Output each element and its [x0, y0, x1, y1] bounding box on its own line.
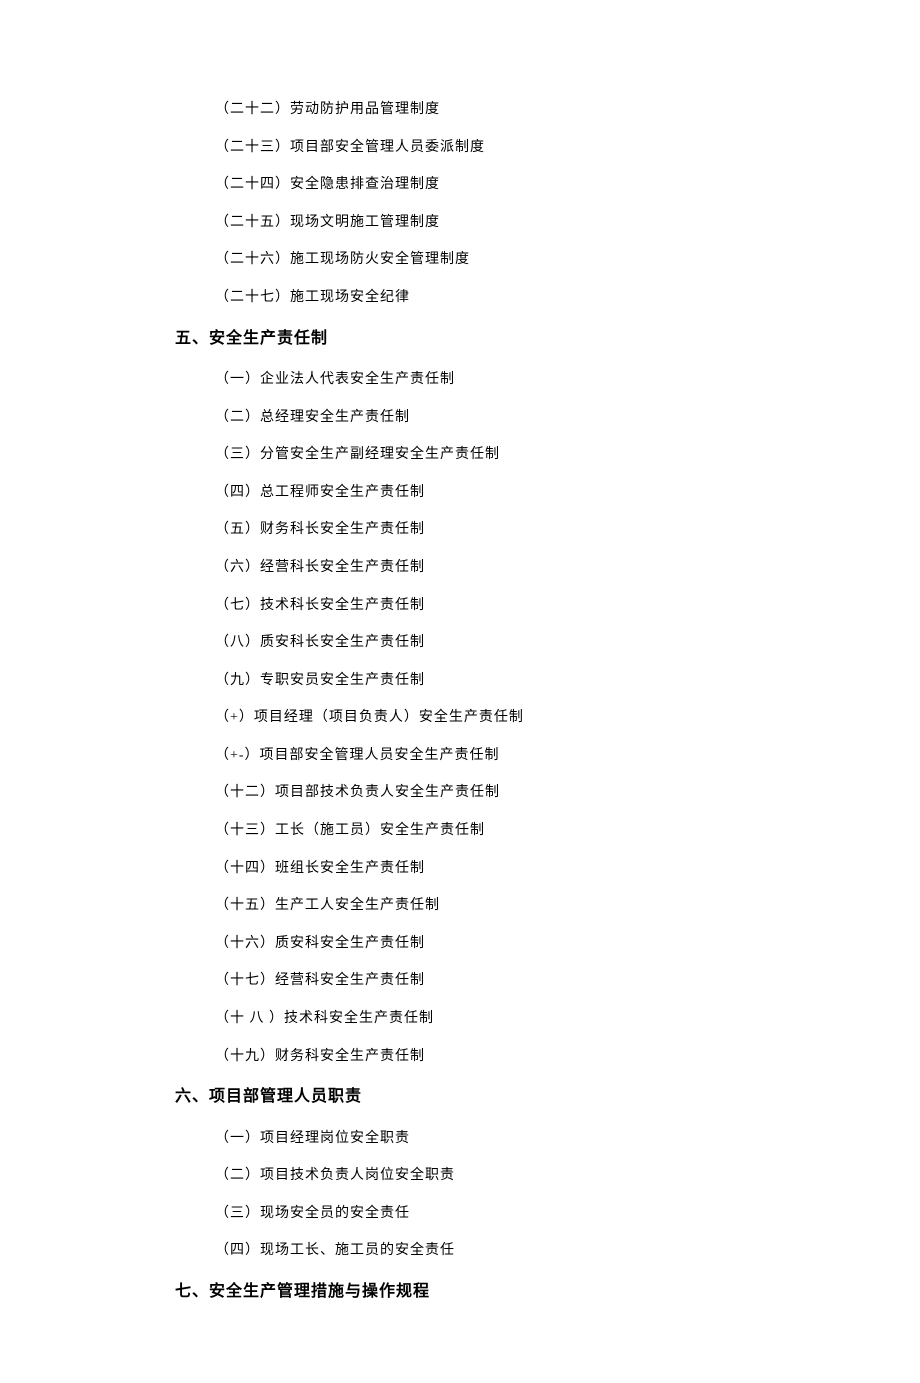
list-item: （二十四）安全隐患排查治理制度	[215, 175, 745, 195]
list-item: （一）项目经理岗位安全职责	[215, 1129, 745, 1149]
list-item: （四）总工程师安全生产责任制	[215, 483, 745, 503]
list-item: （六）经营科长安全生产责任制	[215, 558, 745, 578]
list-item: （十四）班组长安全生产责任制	[215, 859, 745, 879]
list-item: （三）现场安全员的安全责任	[215, 1204, 745, 1224]
list-item: （三）分管安全生产副经理安全生产责任制	[215, 445, 745, 465]
section-heading-5: 五、安全生产责任制	[175, 328, 745, 350]
list-item: （二十六）施工现场防火安全管理制度	[215, 250, 745, 270]
list-item: （十五）生产工人安全生产责任制	[215, 896, 745, 916]
list-item: （二十三）项目部安全管理人员委派制度	[215, 138, 745, 158]
list-item: （十六）质安科安全生产责任制	[215, 934, 745, 954]
document-content: （二十二）劳动防护用品管理制度 （二十三）项目部安全管理人员委派制度 （二十四）…	[175, 100, 745, 1303]
list-item: （四）现场工长、施工员的安全责任	[215, 1241, 745, 1261]
list-item: （十三）工长（施工员）安全生产责任制	[215, 821, 745, 841]
list-item: （+-）项目部安全管理人员安全生产责任制	[215, 746, 745, 766]
list-item: （十二）项目部技术负责人安全生产责任制	[215, 783, 745, 803]
list-item: （十 八 ）技术科安全生产责任制	[215, 1009, 745, 1029]
list-item: （二十五）现场文明施工管理制度	[215, 213, 745, 233]
list-item: （一）企业法人代表安全生产责任制	[215, 370, 745, 390]
list-item: （八）质安科长安全生产责任制	[215, 633, 745, 653]
list-item: （七）技术科长安全生产责任制	[215, 596, 745, 616]
list-item: （二）总经理安全生产责任制	[215, 408, 745, 428]
list-item: （二十二）劳动防护用品管理制度	[215, 100, 745, 120]
list-item: （九）专职安员安全生产责任制	[215, 671, 745, 691]
list-item: （+）项目经理（项目负责人）安全生产责任制	[215, 708, 745, 728]
list-item: （十九）财务科安全生产责任制	[215, 1047, 745, 1067]
list-item: （五）财务科长安全生产责任制	[215, 520, 745, 540]
list-item: （十七）经营科安全生产责任制	[215, 971, 745, 991]
list-item: （二十七）施工现场安全纪律	[215, 288, 745, 308]
list-item: （二）项目技术负责人岗位安全职责	[215, 1166, 745, 1186]
section-heading-7: 七、安全生产管理措施与操作规程	[175, 1281, 745, 1303]
section-heading-6: 六、项目部管理人员职责	[175, 1086, 745, 1108]
